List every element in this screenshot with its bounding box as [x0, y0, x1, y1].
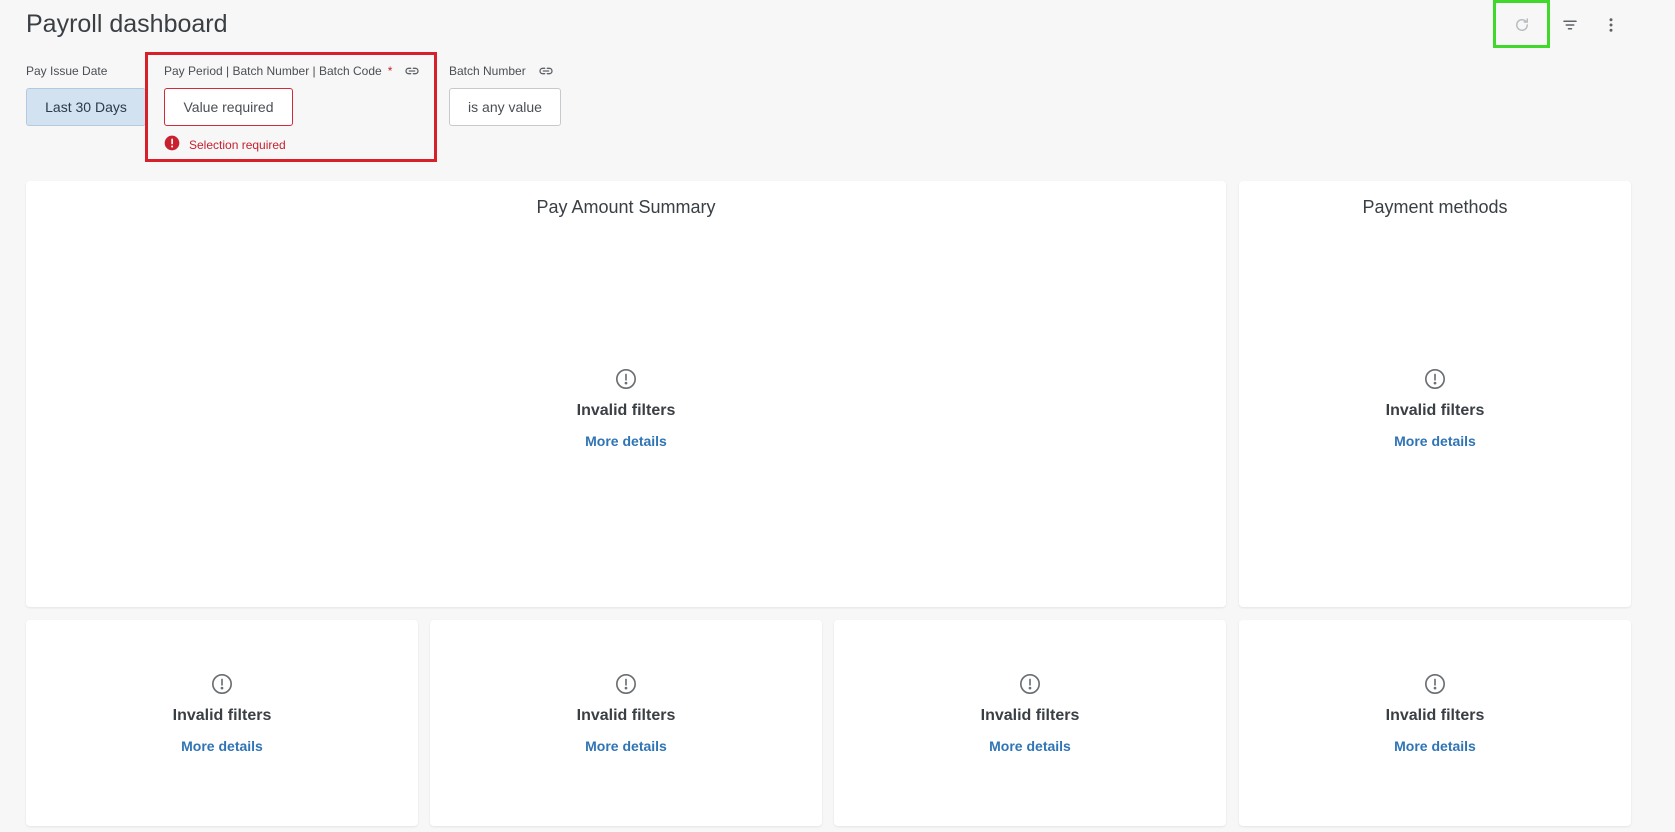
tile-payment-methods: Payment methods Invalid filters More det… — [1239, 181, 1631, 607]
pay-period-chip[interactable]: Value required — [164, 88, 293, 126]
tile-6: Invalid filters More details — [1239, 620, 1631, 826]
error-icon — [164, 135, 180, 154]
more-details-link[interactable]: More details — [989, 738, 1071, 754]
filter-icon — [1561, 16, 1579, 34]
reload-button[interactable] — [1503, 6, 1541, 44]
filter-label: Pay Issue Date — [26, 64, 108, 78]
batch-number-chip[interactable]: is any value — [449, 88, 561, 126]
warning-circle-icon — [615, 673, 637, 695]
tile-pay-amount-summary: Pay Amount Summary Invalid filters More … — [26, 181, 1226, 607]
more-vertical-icon — [1602, 16, 1620, 34]
warning-circle-icon — [615, 368, 637, 390]
warning-circle-icon — [1019, 673, 1041, 695]
tile-5: Invalid filters More details — [834, 620, 1226, 826]
warning-circle-icon — [1424, 368, 1446, 390]
tile-title: Pay Amount Summary — [536, 197, 716, 217]
tile-error-state: Invalid filters More details — [1239, 673, 1631, 754]
more-details-link[interactable]: More details — [585, 433, 667, 449]
more-details-link[interactable]: More details — [1394, 738, 1476, 754]
tile-error-state: Invalid filters More details — [1239, 368, 1631, 449]
invalid-filters-text: Invalid filters — [980, 707, 1080, 724]
validation-error: Selection required — [164, 135, 420, 154]
error-message: Selection required — [189, 137, 286, 152]
more-details-link[interactable]: More details — [585, 738, 667, 754]
more-details-link[interactable]: More details — [1394, 433, 1476, 449]
invalid-filters-text: Invalid filters — [1385, 402, 1485, 419]
more-options-button[interactable] — [1592, 6, 1630, 44]
filter-label: Batch Number — [449, 62, 561, 80]
tile-error-state: Invalid filters More details — [834, 673, 1226, 754]
tile-error-state: Invalid filters More details — [430, 673, 822, 754]
tile-error-state: Invalid filters More details — [26, 673, 418, 754]
tile-title: Payment methods — [1362, 197, 1508, 217]
warning-circle-icon — [1424, 673, 1446, 695]
invalid-filters-text: Invalid filters — [1385, 707, 1485, 724]
filter-label: Pay Period | Batch Number | Batch Code * — [164, 62, 420, 80]
tile-4: Invalid filters More details — [430, 620, 822, 826]
tile-error-state: Invalid filters More details — [26, 368, 1226, 449]
link-icon[interactable] — [404, 63, 420, 79]
dashboard-page: Payroll dashboard Pay Issue Date Last 30… — [0, 0, 1675, 832]
reload-icon — [1513, 16, 1531, 34]
filter-button[interactable] — [1551, 6, 1589, 44]
required-asterisk: * — [387, 64, 393, 78]
invalid-filters-text: Invalid filters — [576, 402, 676, 419]
toolbar — [0, 0, 1675, 50]
pay-issue-date-chip[interactable]: Last 30 Days — [26, 88, 146, 126]
more-details-link[interactable]: More details — [181, 738, 263, 754]
filter-pay-period: Pay Period | Batch Number | Batch Code *… — [164, 62, 420, 154]
link-icon[interactable] — [538, 63, 554, 79]
filter-pay-issue-date: Pay Issue Date Last 30 Days — [26, 62, 146, 126]
warning-circle-icon — [211, 673, 233, 695]
invalid-filters-text: Invalid filters — [576, 707, 676, 724]
invalid-filters-text: Invalid filters — [172, 707, 272, 724]
tile-3: Invalid filters More details — [26, 620, 418, 826]
filter-batch-number: Batch Number is any value — [449, 62, 561, 126]
